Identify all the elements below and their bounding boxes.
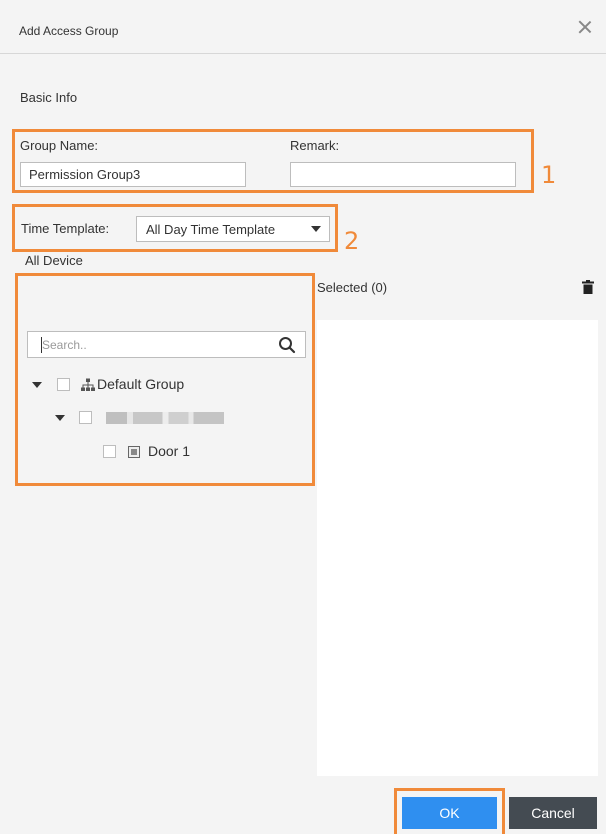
tree-node-default-group[interactable]: Default Group (30, 376, 290, 396)
dialog-title: Add Access Group (19, 24, 119, 38)
expand-triangle-icon[interactable] (32, 382, 42, 388)
time-template-label: Time Template: (21, 221, 110, 236)
expand-triangle-icon[interactable] (55, 415, 65, 421)
trash-icon[interactable] (582, 280, 594, 294)
annotation-number-1: 1 (541, 161, 557, 189)
dialog-titlebar: Add Access Group (0, 0, 606, 54)
search-icon[interactable] (278, 336, 296, 354)
default-group-checkbox[interactable] (57, 378, 70, 391)
door-1-checkbox[interactable] (103, 445, 116, 458)
door-1-label: Door 1 (148, 443, 191, 459)
group-name-label: Group Name: (20, 138, 99, 153)
device-search-field[interactable]: Search.. (27, 331, 306, 358)
add-access-group-dialog: Add Access Group Basic Info 1 Group Name… (0, 0, 606, 834)
annotation-number-2: 2 (344, 227, 360, 255)
ok-button[interactable]: OK (402, 797, 497, 829)
chevron-down-icon (311, 226, 321, 232)
device-checkbox[interactable] (79, 411, 92, 424)
close-icon[interactable] (576, 18, 594, 36)
door-icon (128, 446, 140, 458)
device-name-blurred (106, 412, 224, 424)
tree-node-door-1[interactable]: Door 1 (103, 443, 223, 463)
org-tree-icon (81, 378, 95, 391)
time-template-value: All Day Time Template (146, 222, 276, 237)
search-placeholder: Search.. (42, 338, 87, 352)
remark-label: Remark: (290, 138, 340, 153)
selected-list-panel (317, 320, 598, 776)
group-name-input[interactable] (20, 162, 246, 187)
selected-label: Selected (0) (317, 280, 388, 295)
default-group-label: Default Group (97, 376, 185, 392)
remark-input[interactable] (290, 162, 516, 187)
basic-info-title: Basic Info (20, 90, 78, 105)
cancel-button[interactable]: Cancel (509, 797, 597, 829)
time-template-select[interactable]: All Day Time Template (136, 216, 330, 242)
all-device-label: All Device (25, 253, 83, 268)
tree-node-device[interactable] (52, 409, 252, 429)
